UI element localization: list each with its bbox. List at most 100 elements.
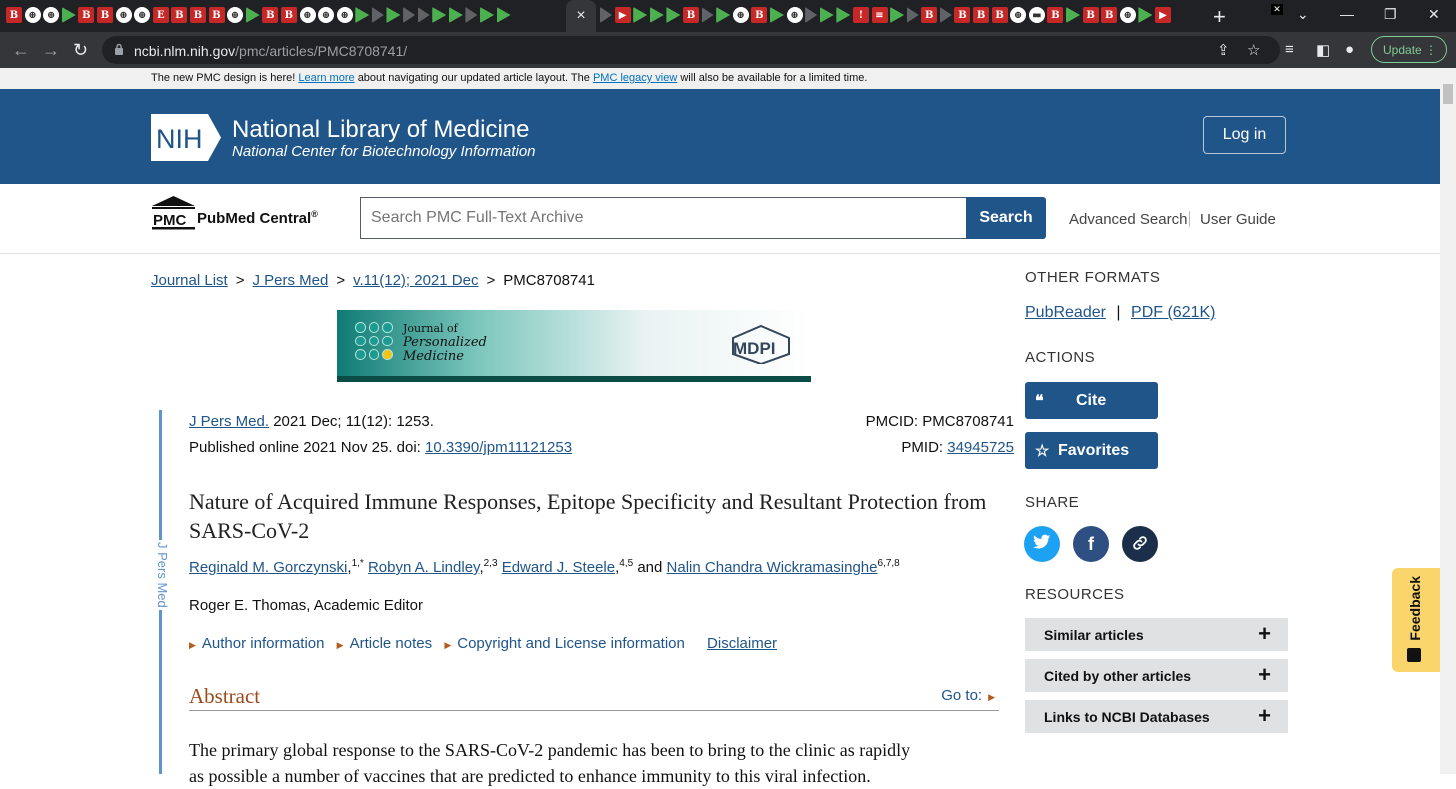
breadcrumb-journal[interactable]: J Pers Med xyxy=(252,272,328,289)
tab-favicon[interactable]: ⊕ xyxy=(227,7,244,23)
tab-favicon[interactable] xyxy=(496,7,511,23)
author-link[interactable]: Reginald M. Gorczynski xyxy=(189,559,347,576)
breadcrumb-issue[interactable]: v.11(12); 2021 Dec xyxy=(353,272,478,289)
tab-favicon[interactable]: B xyxy=(682,7,699,23)
tab-favicon[interactable]: ⊕ xyxy=(732,7,749,23)
doi-link[interactable]: 10.3390/jpm11121253 xyxy=(425,439,572,456)
tab-favicon[interactable] xyxy=(805,7,818,23)
tab-favicon[interactable] xyxy=(1066,7,1081,23)
tab-favicon[interactable]: B xyxy=(973,7,990,23)
copyright-license-toggle[interactable]: Copyright and License information xyxy=(457,635,685,652)
tab-favicon[interactable] xyxy=(666,7,681,23)
tab-favicon[interactable] xyxy=(245,7,260,23)
tab-favicon[interactable] xyxy=(701,7,714,23)
tab-favicon[interactable]: B xyxy=(96,7,113,23)
author-link[interactable]: Robyn A. Lindley xyxy=(368,559,479,576)
tab-favicon[interactable] xyxy=(355,7,370,23)
advanced-search-link[interactable]: Advanced Search xyxy=(1069,211,1187,228)
tab-favicon[interactable] xyxy=(906,7,919,23)
tab-favicon[interactable]: B xyxy=(1047,7,1064,23)
tab-favicon[interactable]: B xyxy=(991,7,1008,23)
reload-icon[interactable]: ↻ xyxy=(73,40,88,61)
side-panel-icon[interactable]: ◧ xyxy=(1316,41,1330,59)
nih-logo[interactable]: NIH xyxy=(151,114,224,161)
tab-favicon[interactable] xyxy=(836,7,851,23)
tab-favicon[interactable]: ! xyxy=(852,7,869,23)
tab-favicon[interactable]: ⊕ xyxy=(43,7,60,23)
cited-by-accordion[interactable]: Cited by other articles + xyxy=(1025,659,1288,692)
author-affiliation[interactable]: 6,7,8 xyxy=(877,558,899,569)
tab-search-icon[interactable]: ⌄ xyxy=(1297,6,1309,23)
tab-favicon[interactable] xyxy=(371,7,384,23)
tab-favicon[interactable] xyxy=(939,7,952,23)
breadcrumb-journal-list[interactable]: Journal List xyxy=(151,272,228,289)
page-scrollbar[interactable] xyxy=(1440,68,1456,774)
active-tab-close-button[interactable]: × xyxy=(566,0,596,32)
tab-favicon[interactable]: B xyxy=(262,7,279,23)
close-window-icon[interactable]: ✕ xyxy=(1428,6,1440,23)
tab-favicon[interactable] xyxy=(432,7,447,23)
journal-banner[interactable]: Journal of Personalized Medicine MDPI xyxy=(337,310,811,382)
author-link[interactable]: Edward J. Steele xyxy=(502,559,615,576)
tab-favicon[interactable]: ≡ xyxy=(871,7,888,23)
tab-favicon[interactable]: ⊕ xyxy=(115,7,132,23)
author-affiliation[interactable]: 2,3 xyxy=(484,558,498,569)
tab-favicon[interactable]: ⊕ xyxy=(299,7,316,23)
search-button[interactable]: Search xyxy=(966,197,1046,239)
notice-close-button[interactable]: ✕ xyxy=(1271,4,1283,15)
tab-favicon[interactable]: ▬ xyxy=(1028,7,1045,23)
tab-favicon[interactable]: B xyxy=(208,7,225,23)
disclaimer-link[interactable]: Disclaimer xyxy=(707,635,777,652)
journal-abbrev-link[interactable]: J Pers Med. xyxy=(189,413,269,430)
update-button[interactable]: Update ⋮ xyxy=(1371,36,1447,63)
tab-favicon[interactable]: B xyxy=(1082,7,1099,23)
forward-icon[interactable]: → xyxy=(42,40,60,61)
minimize-icon[interactable]: — xyxy=(1340,6,1354,22)
author-information-toggle[interactable]: Author information xyxy=(202,635,325,652)
tab-favicon[interactable] xyxy=(61,7,76,23)
address-bar[interactable]: ncbi.nlm.nih.gov/pmc/articles/PMC8708741… xyxy=(102,36,1280,64)
tab-favicon[interactable] xyxy=(465,7,478,23)
tab-favicon[interactable] xyxy=(600,7,612,23)
tab-favicon[interactable]: B xyxy=(751,7,768,23)
tab-favicon[interactable]: ⊕ xyxy=(336,7,353,23)
bookmark-star-icon[interactable]: ☆ xyxy=(1247,41,1260,59)
tab-favicon[interactable]: ⊕ xyxy=(1010,7,1027,23)
tab-favicon[interactable]: ⊕ xyxy=(134,7,151,23)
journal-side-label[interactable]: J Pers Med xyxy=(152,540,170,610)
tab-favicon[interactable]: B xyxy=(189,7,206,23)
tab-favicon[interactable]: B xyxy=(1101,7,1118,23)
author-affiliation[interactable]: 1,* xyxy=(352,558,364,569)
tab-favicon[interactable] xyxy=(769,7,784,23)
similar-articles-accordion[interactable]: Similar articles + xyxy=(1025,618,1288,651)
restore-icon[interactable]: ❐ xyxy=(1384,6,1397,23)
tab-favicon[interactable]: B xyxy=(280,7,297,23)
cite-button[interactable]: ❝ Cite xyxy=(1025,382,1158,419)
share-page-icon[interactable]: ⇪ xyxy=(1217,41,1230,59)
tab-favicon[interactable]: B xyxy=(921,7,938,23)
learn-more-link[interactable]: Learn more xyxy=(298,72,354,84)
tab-favicon[interactable] xyxy=(1138,7,1153,23)
article-notes-toggle[interactable]: Article notes xyxy=(350,635,433,652)
search-input[interactable] xyxy=(360,197,966,239)
facebook-share-button[interactable]: f xyxy=(1073,526,1109,562)
tab-favicon[interactable]: ⊕ xyxy=(24,7,41,23)
tab-favicon[interactable]: ⊕ xyxy=(1119,7,1136,23)
tab-favicon[interactable]: B xyxy=(954,7,971,23)
tab-favicon[interactable]: B xyxy=(78,7,95,23)
tab-favicon[interactable] xyxy=(716,7,731,23)
tab-favicon[interactable]: E xyxy=(152,7,169,23)
goto-menu[interactable]: Go to: ▶ xyxy=(941,687,995,704)
tab-favicon[interactable]: B xyxy=(171,7,188,23)
tab-favicon[interactable] xyxy=(480,7,495,23)
scrollbar-thumb[interactable] xyxy=(1443,84,1453,104)
twitter-share-button[interactable] xyxy=(1024,526,1060,562)
tab-favicon[interactable]: ⊕ xyxy=(318,7,335,23)
tab-favicon[interactable] xyxy=(649,7,664,23)
tab-favicon[interactable]: B xyxy=(6,7,22,23)
nlm-title[interactable]: National Library of Medicine xyxy=(232,116,529,144)
pmid-link[interactable]: 34945725 xyxy=(947,439,1014,456)
author-affiliation[interactable]: 4,5 xyxy=(619,558,633,569)
tab-favicon[interactable] xyxy=(417,7,430,23)
tab-favicon[interactable] xyxy=(386,7,401,23)
